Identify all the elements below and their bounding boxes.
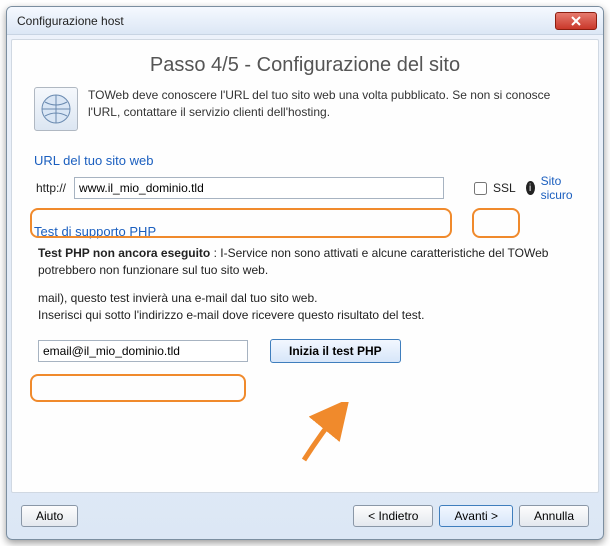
php-status-line: Test PHP non ancora eseguito : I-Service… <box>38 245 572 280</box>
intro-row: TOWeb deve conoscere l'URL del tuo sito … <box>34 87 576 131</box>
back-button[interactable]: < Indietro <box>353 505 433 527</box>
footer-spacer <box>84 505 347 527</box>
start-php-test-button[interactable]: Inizia il test PHP <box>270 339 401 363</box>
php-section-heading: Test di supporto PHP <box>34 224 576 239</box>
titlebar: Configurazione host <box>7 7 603 35</box>
dialog-window: Configurazione host Passo 4/5 - Configur… <box>6 6 604 540</box>
close-button[interactable] <box>555 12 597 30</box>
ssl-checkbox-wrap[interactable]: SSL <box>470 179 516 198</box>
url-input[interactable] <box>74 177 444 199</box>
help-button[interactable]: Aiuto <box>21 505 78 527</box>
close-icon <box>571 16 581 26</box>
url-section-heading: URL del tuo sito web <box>34 153 576 168</box>
url-prefix: http:// <box>34 177 68 199</box>
info-icon[interactable]: i <box>526 181 535 195</box>
secure-site-link[interactable]: Sito sicuro <box>541 174 576 202</box>
intro-text: TOWeb deve conoscere l'URL del tuo sito … <box>88 87 576 131</box>
php-email-input[interactable] <box>38 340 248 362</box>
dialog-footer: Aiuto < Indietro Avanti > Annulla <box>7 497 603 539</box>
php-info-line-b: Inserisci qui sotto l'indirizzo e-mail d… <box>38 307 572 324</box>
url-row: http:// SSL i Sito sicuro <box>34 174 576 202</box>
php-status-bold: Test PHP non ancora eseguito <box>38 246 210 260</box>
globe-icon <box>34 87 78 131</box>
ssl-checkbox[interactable] <box>474 182 487 195</box>
cancel-button[interactable]: Annulla <box>519 505 589 527</box>
window-title: Configurazione host <box>17 14 555 28</box>
php-section-body: Test PHP non ancora eseguito : I-Service… <box>34 245 576 363</box>
annotation-arrow <box>292 402 362 472</box>
php-info-line-a: mail), questo test invierà una e-mail da… <box>38 290 572 307</box>
step-title: Passo 4/5 - Configurazione del sito <box>34 54 576 77</box>
dialog-content: Passo 4/5 - Configurazione del sito TOWe… <box>11 39 599 493</box>
next-button[interactable]: Avanti > <box>439 505 512 527</box>
ssl-label: SSL <box>493 181 516 195</box>
annotation-highlight-email <box>30 374 246 402</box>
php-email-row: Inizia il test PHP <box>38 339 572 363</box>
